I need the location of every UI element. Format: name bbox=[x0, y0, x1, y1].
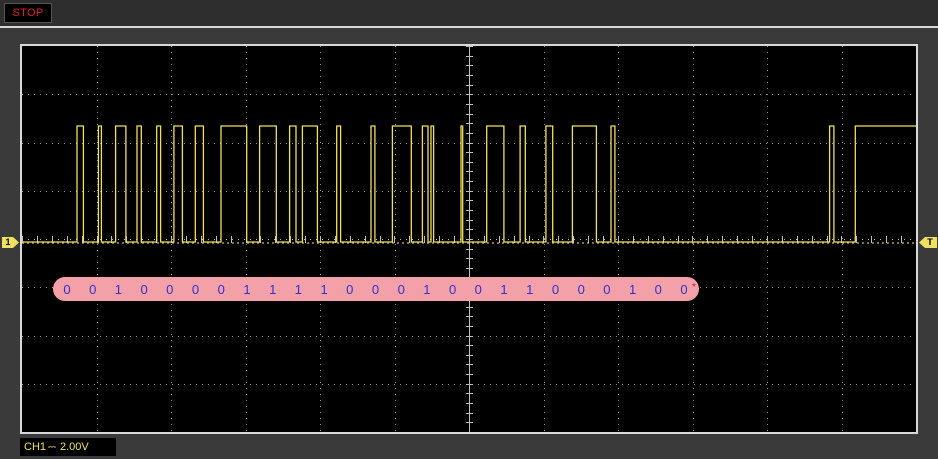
channel1-label: CH1 bbox=[24, 441, 47, 453]
decode-bit-label: 0 bbox=[89, 282, 96, 297]
decode-bit-label: 1 bbox=[115, 282, 122, 297]
decode-bit-label: 1 bbox=[243, 282, 250, 297]
decode-bit-label: 0 bbox=[449, 282, 456, 297]
decode-bit-label: 0 bbox=[603, 282, 610, 297]
channel1-marker-label: 1 bbox=[5, 237, 11, 247]
decode-bit-label: 0 bbox=[552, 282, 559, 297]
top-status-bar: STOP bbox=[0, 0, 938, 28]
bottom-status-bar: CH1 ⎓ 2.00V bbox=[20, 436, 918, 459]
decode-bit-label: 0 bbox=[372, 282, 379, 297]
decode-bit-label: 0 bbox=[192, 282, 199, 297]
decode-bit-label: 1 bbox=[423, 282, 430, 297]
trigger-level-marker[interactable]: T bbox=[918, 236, 938, 249]
decode-bit-label: 0 bbox=[346, 282, 353, 297]
decode-bit-label: 0 bbox=[398, 282, 405, 297]
decode-bit-label: 0 bbox=[475, 282, 482, 297]
decode-bit-label: 0 bbox=[63, 282, 70, 297]
decode-bit-label: 0 bbox=[166, 282, 173, 297]
decode-bit-label: 0 bbox=[680, 282, 687, 297]
run-stop-status-badge[interactable]: STOP bbox=[4, 3, 52, 23]
oscilloscope-display[interactable]: 0 0 1 0 0 0 0 1 1 1 1 0 0 0 1 0 0 1 1 0 0 0 1 0 0 * bbox=[20, 44, 918, 434]
decode-bit-label: 0 bbox=[140, 282, 147, 297]
decode-bit-label: 0 bbox=[578, 282, 585, 297]
channel1-ground-marker[interactable]: 1 bbox=[0, 236, 20, 249]
channel1-scale-readout[interactable]: CH1 ⎓ 2.00V bbox=[20, 438, 116, 456]
decode-bit-label: 1 bbox=[629, 282, 636, 297]
decode-bit-label: 0 bbox=[655, 282, 662, 297]
decode-bit-label: 1 bbox=[295, 282, 302, 297]
decode-bit-label: 0 bbox=[218, 282, 225, 297]
decode-bit-label: 1 bbox=[320, 282, 327, 297]
trigger-marker-label: T bbox=[927, 237, 933, 247]
decode-bit-label: 1 bbox=[500, 282, 507, 297]
decode-end-mark: * bbox=[692, 282, 696, 293]
decode-bit-label: 1 bbox=[526, 282, 533, 297]
waveform-canvas: 0 0 1 0 0 0 0 1 1 1 1 0 0 0 1 0 0 1 1 0 0 0 1 0 0 * bbox=[22, 46, 916, 432]
decode-bit-label: 1 bbox=[269, 282, 276, 297]
dc-coupling-icon: ⎓ bbox=[48, 442, 56, 453]
channel1-volts-per-div: 2.00V bbox=[60, 441, 89, 453]
